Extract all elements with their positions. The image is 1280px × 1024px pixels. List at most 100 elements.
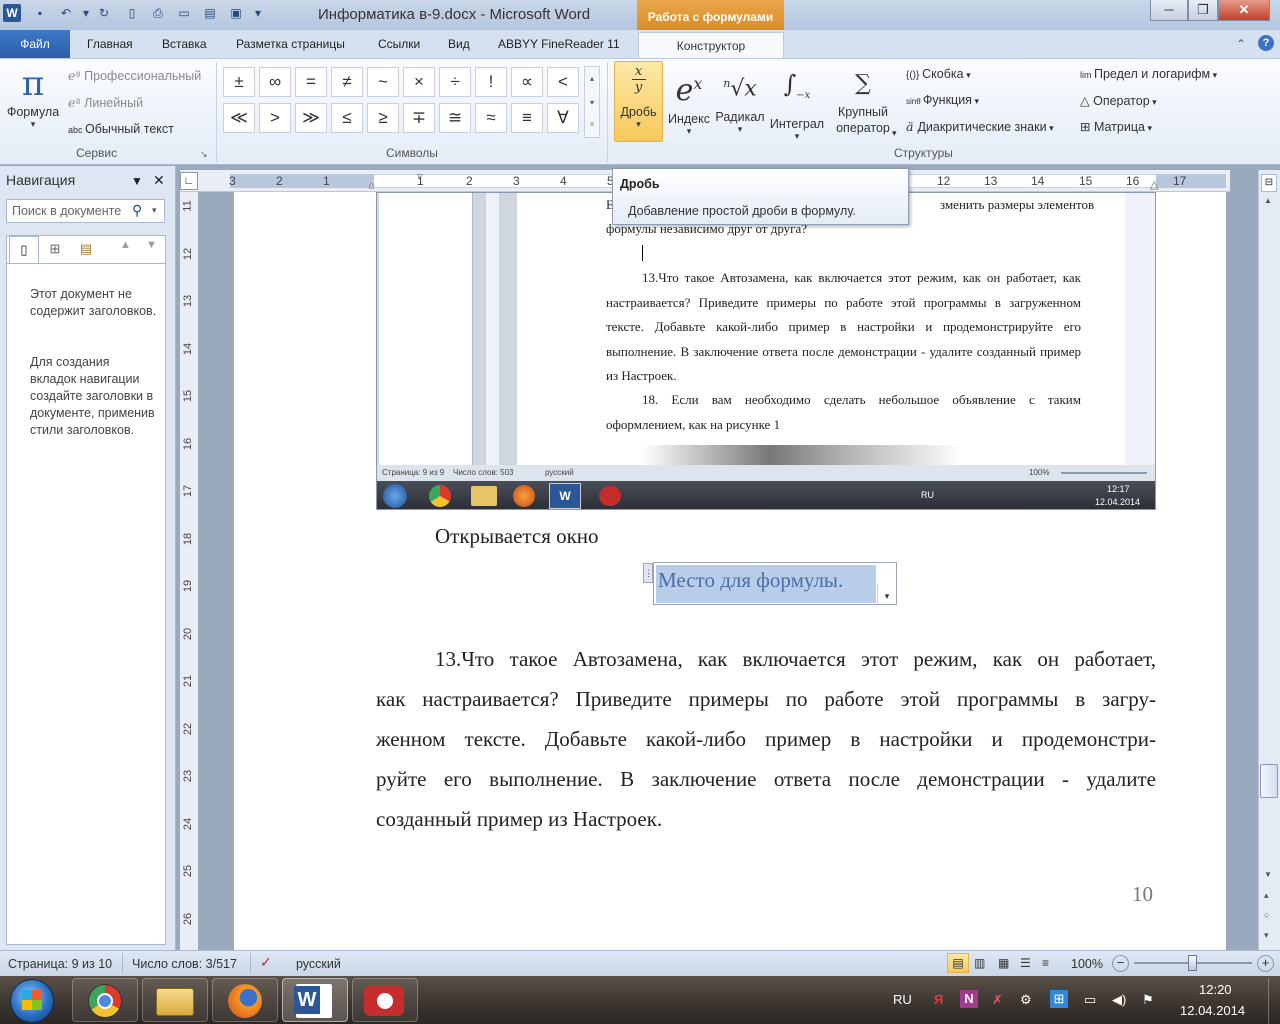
symbol-button[interactable]: ≈	[475, 103, 507, 133]
restore-button[interactable]: ❐	[1188, 0, 1218, 21]
print-icon[interactable]: ⎙	[150, 5, 166, 21]
symbol-button[interactable]: ±	[223, 67, 255, 97]
volume-icon[interactable]: ◀)	[1112, 992, 1126, 1008]
nav-close-icon[interactable]: ✕	[153, 172, 165, 189]
more-symbols-icon[interactable]: ▿	[585, 115, 599, 135]
zoom-out-icon[interactable]: −	[1112, 955, 1129, 972]
page-icon[interactable]: ▤	[202, 5, 218, 21]
open-icon[interactable]: ▣	[228, 5, 244, 21]
linear-button[interactable]: ℯ⁸ Линейный	[68, 95, 143, 110]
tab-file[interactable]: Файл	[0, 30, 70, 58]
previous-page-icon[interactable]: ▴	[1264, 890, 1269, 901]
print-layout-view-icon[interactable]: ▤	[947, 953, 969, 973]
right-indent-marker[interactable]: △	[1150, 178, 1158, 191]
symbol-button[interactable]: ~	[367, 67, 399, 97]
symbol-button[interactable]: ≤	[331, 103, 363, 133]
radical-button[interactable]: n√x Радикал ▾	[714, 64, 766, 134]
scroll-up-icon[interactable]: ▲	[1264, 196, 1272, 205]
tab-references[interactable]: Ссылки	[378, 37, 420, 51]
zoom-in-icon[interactable]: +	[1257, 955, 1274, 972]
scroll-up-icon[interactable]: ▴	[585, 67, 599, 91]
close-button[interactable]: ✕	[1218, 0, 1270, 21]
operator-button[interactable]: △ Оператор ▾	[1080, 93, 1157, 108]
tab-page-layout[interactable]: Разметка страницы	[236, 37, 345, 51]
tray-network-app-icon[interactable]: ⊞	[1050, 990, 1068, 1008]
limit-log-button[interactable]: lim Предел и логарифм ▾	[1080, 67, 1217, 81]
symbol-button[interactable]: ≥	[367, 103, 399, 133]
help-icon[interactable]: ?	[1258, 35, 1274, 51]
embedded-screenshot-image[interactable]: Взменить размеры элементов формулы незав…	[376, 192, 1156, 510]
zoom-slider-thumb[interactable]	[1188, 955, 1197, 971]
symbol-button[interactable]: ×	[403, 67, 435, 97]
symbol-button[interactable]: !	[475, 67, 507, 97]
nav-prev-icon[interactable]: ▲	[120, 239, 131, 251]
symbol-button[interactable]: ∝	[511, 67, 543, 97]
formula-options-icon[interactable]: ▾	[877, 584, 896, 604]
outline-view-icon[interactable]: ☰	[1020, 956, 1031, 970]
nav-options-icon[interactable]: ▼	[131, 174, 143, 188]
symbol-button[interactable]: ∞	[259, 67, 291, 97]
ruler-toggle-icon[interactable]: ⊟	[1261, 174, 1277, 192]
clock-date[interactable]: 12.04.2014	[1180, 1003, 1245, 1018]
undo-dropdown-icon[interactable]: ▾	[78, 5, 94, 21]
diacritics-button[interactable]: ä Диакритические знаки ▾	[906, 119, 1054, 134]
tab-abbyy[interactable]: ABBYY FineReader 11	[498, 37, 620, 51]
tray-language[interactable]: RU	[893, 992, 912, 1007]
formula-placeholder[interactable]: Место для формулы.	[656, 565, 876, 603]
symbol-button[interactable]: <	[547, 67, 579, 97]
spelling-check-icon[interactable]: ✓	[260, 954, 272, 971]
nav-headings-tab-icon[interactable]: ▯	[9, 236, 39, 263]
zoom-level[interactable]: 100%	[1071, 957, 1103, 971]
ribbon-collapse-icon[interactable]: ⌃	[1236, 37, 1246, 51]
show-desktop-button[interactable]	[1268, 978, 1280, 1024]
undo-icon[interactable]: ↶	[58, 5, 74, 21]
status-language[interactable]: русский	[296, 957, 341, 971]
left-indent-marker[interactable]: ⌂	[368, 180, 375, 192]
action-center-flag-icon[interactable]: ⚑	[1142, 992, 1154, 1008]
draft-view-icon[interactable]: ≡	[1042, 956, 1049, 970]
integral-button[interactable]: ∫−x Интеграл ▾	[766, 64, 828, 141]
matrix-button[interactable]: ⊞ Матрица ▾	[1080, 119, 1152, 134]
symbol-button[interactable]: ≅	[439, 103, 471, 133]
tab-selector-icon[interactable]: ∟	[180, 172, 198, 190]
scrollbar-thumb[interactable]	[1260, 764, 1278, 798]
chevron-down-icon[interactable]: ▾	[152, 205, 157, 216]
large-operator-button[interactable]: ∑ Крупный оператор	[828, 64, 898, 136]
select-browse-object-icon[interactable]: ○	[1264, 910, 1269, 920]
plain-text-button[interactable]: abc Обычный текст	[68, 122, 174, 136]
network-icon[interactable]: ▭	[1084, 992, 1096, 1008]
web-layout-view-icon[interactable]: ▦	[998, 956, 1009, 970]
symbol-button[interactable]: ≫	[295, 103, 327, 133]
word-app-icon[interactable]: W	[3, 4, 21, 22]
nav-results-tab-icon[interactable]: ▤	[71, 236, 101, 262]
index-button[interactable]: ex Индекс ▾	[664, 64, 714, 136]
yandex-icon[interactable]: Я	[934, 992, 943, 1007]
redo-icon[interactable]: ↻	[96, 5, 112, 21]
nav-pages-tab-icon[interactable]: ⊞	[40, 236, 70, 262]
dialog-launcher-icon[interactable]: ↘	[200, 149, 208, 160]
symbol-button[interactable]: =	[295, 67, 327, 97]
status-words[interactable]: Число слов: 3/517	[132, 957, 237, 971]
nav-next-icon[interactable]: ▼	[146, 239, 157, 251]
scroll-down-icon[interactable]: ▾	[585, 91, 599, 115]
professional-button[interactable]: ℯ⁸ Профессиональный	[68, 68, 201, 83]
symbol-button[interactable]: ∓	[403, 103, 435, 133]
new-document-icon[interactable]: ▯	[124, 5, 140, 21]
tab-insert[interactable]: Вставка	[162, 37, 207, 51]
onenote-icon[interactable]: N	[960, 990, 978, 1008]
formula-button[interactable]: π Формула ▾	[4, 64, 62, 129]
tray-tools-icon[interactable]: ⚙	[1020, 992, 1032, 1008]
formula-handle-icon[interactable]: ⋮	[643, 563, 653, 583]
search-icon[interactable]: ⚲	[132, 202, 142, 219]
next-page-icon[interactable]: ▾	[1264, 930, 1269, 941]
clock-time[interactable]: 12:20	[1199, 982, 1232, 997]
symbol-button[interactable]: ≠	[331, 67, 363, 97]
symbol-button[interactable]: ÷	[439, 67, 471, 97]
tray-app-icon[interactable]: ✗	[992, 992, 1003, 1008]
minimize-button[interactable]: ─	[1150, 0, 1188, 21]
symbols-scroll[interactable]: ▴ ▾ ▿	[584, 66, 600, 138]
symbol-button[interactable]: ∀	[547, 103, 579, 133]
customize-qat-icon[interactable]: ▾	[250, 5, 266, 21]
tab-view[interactable]: Вид	[448, 37, 470, 51]
scroll-down-icon[interactable]: ▼	[1264, 870, 1272, 879]
